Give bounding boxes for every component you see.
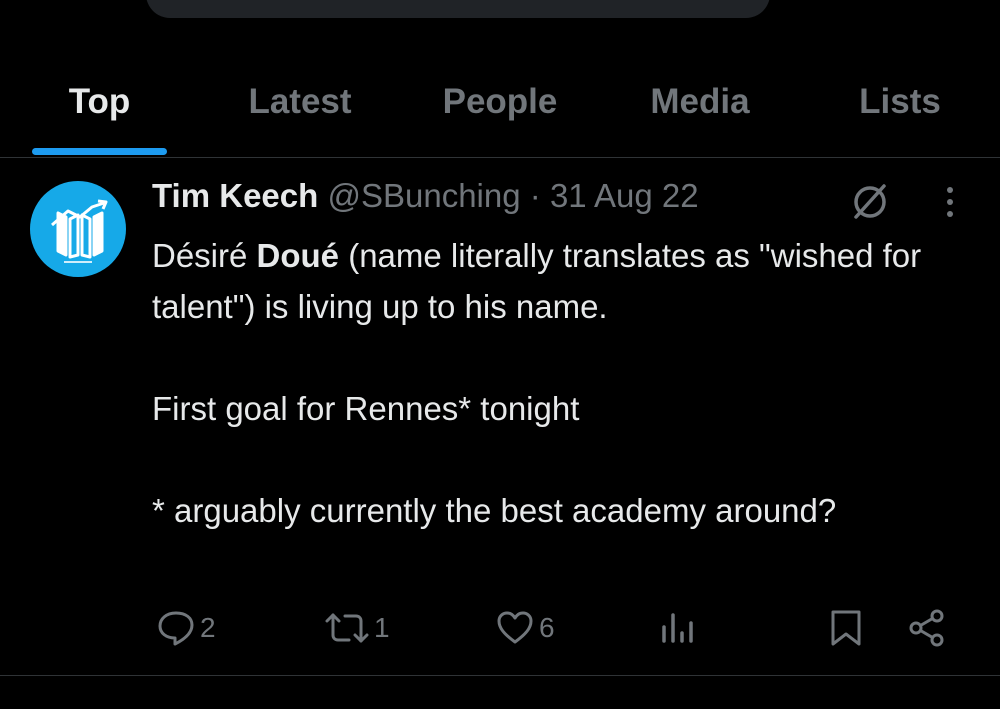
author-handle[interactable]: @SBunching — [327, 177, 520, 214]
tab-top[interactable]: Top — [32, 82, 167, 157]
grok-icon[interactable] — [850, 182, 890, 222]
tweet[interactable]: Tim Keech @SBunching · 31 Aug 22 Désiré … — [0, 158, 1000, 676]
like-count: 6 — [539, 612, 555, 643]
tweet-paragraph-3: * arguably currently the best academy ar… — [152, 492, 837, 529]
tab-latest[interactable]: Latest — [225, 82, 375, 157]
search-tabs: Top Latest People Media Lists — [0, 60, 1000, 158]
repost-icon — [325, 613, 369, 643]
reply-icon — [158, 611, 194, 646]
line-break — [152, 434, 972, 485]
tweet-header: Tim Keech @SBunching · 31 Aug 22 — [152, 177, 699, 219]
reply-count: 2 — [200, 612, 216, 643]
avatar[interactable] — [30, 181, 126, 277]
views-button[interactable] — [658, 604, 698, 652]
tweet-text: Désiré Doué (name literally translates a… — [152, 230, 972, 536]
active-tab-indicator — [32, 148, 167, 155]
share-icon — [909, 609, 944, 647]
tweet-text-segment: Désiré — [152, 237, 257, 274]
header-separator: · — [529, 177, 541, 214]
reply-button[interactable]: 2 — [155, 604, 216, 652]
tweet-date[interactable]: 31 Aug 22 — [550, 177, 699, 214]
tweet-actions: 2 1 6 — [0, 604, 1000, 652]
highlighted-term: Doué — [256, 237, 340, 274]
search-bar[interactable] — [146, 0, 770, 18]
tab-lists[interactable]: Lists — [840, 82, 960, 157]
heart-icon — [497, 611, 533, 644]
author-name[interactable]: Tim Keech — [152, 177, 318, 214]
tweet-paragraph-1: Désiré Doué (name literally translates a… — [152, 230, 972, 332]
tab-media[interactable]: Media — [625, 82, 775, 157]
line-break — [152, 332, 972, 383]
tab-people[interactable]: People — [420, 82, 580, 157]
views-icon — [662, 613, 693, 643]
more-vertical-icon[interactable] — [935, 184, 965, 220]
bookmark-button[interactable] — [826, 604, 866, 652]
tweet-paragraph-2: First goal for Rennes* tonight — [152, 390, 580, 427]
bookmark-icon — [831, 610, 861, 646]
repost-count: 1 — [374, 612, 390, 643]
repost-button[interactable]: 1 — [323, 604, 390, 652]
like-button[interactable]: 6 — [494, 604, 555, 652]
share-button[interactable] — [906, 604, 948, 652]
avatar-logo — [51, 199, 108, 263]
